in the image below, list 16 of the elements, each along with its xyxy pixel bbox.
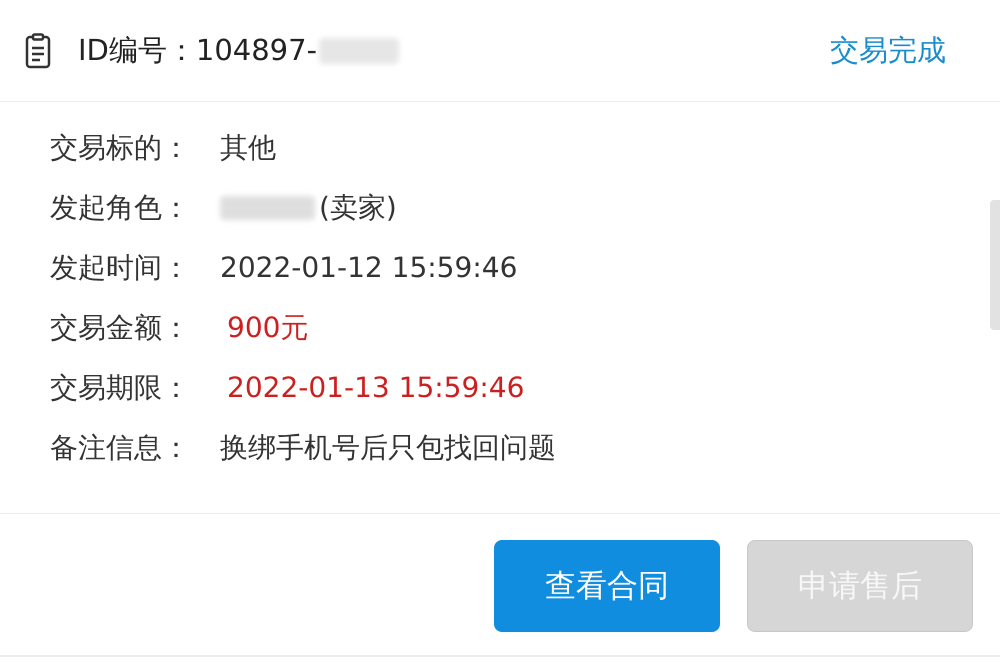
field-label: 交易期限： (50, 370, 191, 406)
field-value: 900元 (226, 310, 308, 346)
field-value: 其他 (220, 130, 276, 166)
field-label: 交易金额： (50, 310, 191, 346)
order-id: ID编号：104897- (78, 32, 318, 69)
field-value: 2022-01-13 15:59:46 (226, 370, 524, 406)
action-button[interactable]: 查看合同 (494, 540, 720, 632)
field-label: 发起角色： (50, 190, 191, 226)
field-label: 发起时间： (50, 250, 191, 286)
field-value: 换绑手机号后只包找回问题 (220, 430, 556, 466)
field-label: 交易标的： (50, 130, 191, 166)
status-label: 交易完成 (830, 32, 946, 69)
field-value: (卖家) (319, 190, 397, 226)
field-value: 2022-01-12 15:59:46 (220, 250, 518, 286)
clipboard-icon (25, 32, 51, 68)
field-label: 备注信息： (50, 430, 191, 466)
